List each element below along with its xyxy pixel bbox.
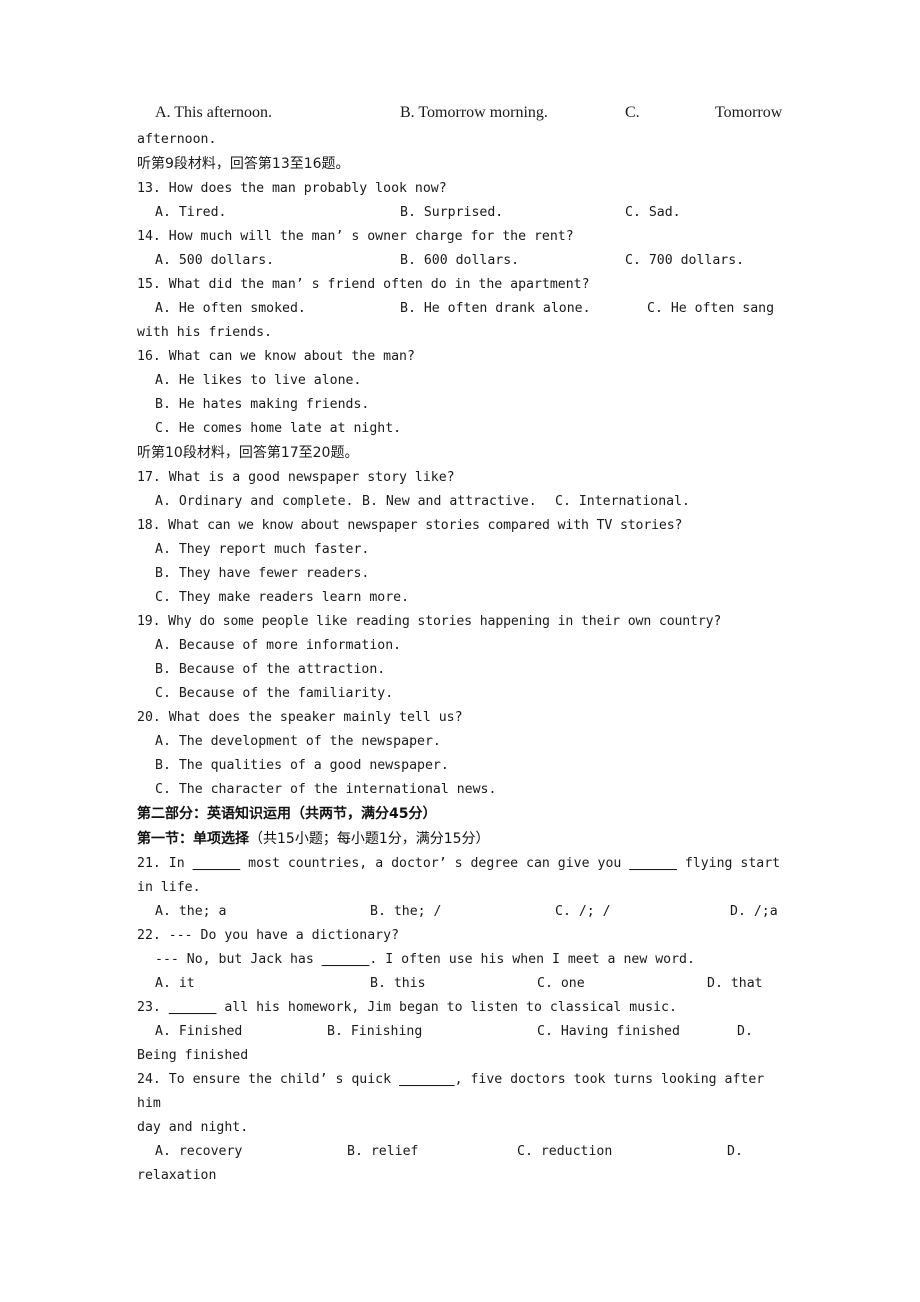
question-16-option-a: A. He likes to live alone. [155, 373, 362, 388]
blank-1: ______ [321, 952, 370, 967]
stem-text-1: 21. In [137, 856, 193, 871]
option-b: B. Finishing [327, 1024, 423, 1039]
question-15-options: A. He often smoked. B. He often drank al… [137, 297, 783, 321]
question-14-options: A. 500 dollars. B. 600 dollars. C. 700 d… [137, 249, 783, 273]
option-a: A. This afternoon. [155, 104, 273, 121]
option-d: D. that [707, 976, 763, 991]
option-a: A. Ordinary and complete. [155, 494, 354, 509]
question-20-option-a: A. The development of the newspaper. [155, 734, 441, 749]
question-21-options: A. the; a B. the; / C. /; / D. /;a [137, 900, 783, 924]
question-17-options: A. Ordinary and complete. B. New and att… [137, 490, 783, 514]
question-16-option-c: C. He comes home late at night. [155, 421, 402, 436]
stem-text-2: . I often use his when I meet a new word… [369, 952, 695, 967]
option-b: B. He often drank alone. [400, 301, 591, 316]
stem-text-2: all his homework, Jim began to listen to… [216, 1000, 677, 1015]
question-24-options: A. recovery B. relief C. reduction D. [137, 1140, 783, 1164]
option-c: C. Having finished [537, 1024, 680, 1039]
option-c: C. reduction [517, 1144, 613, 1159]
question-22-stem-line2: --- No, but Jack has ______. I often use… [137, 948, 783, 972]
question-18-stem: 18. What can we know about newspaper sto… [137, 518, 683, 533]
question-21-stem: 21. In ______ most countries, a doctor’ … [137, 852, 783, 876]
question-16-option-b: B. He hates making friends. [155, 397, 370, 412]
option-c: C. 700 dollars. [625, 253, 745, 268]
question-13-options: A. Tired. B. Surprised. C. Sad. [137, 201, 783, 225]
question-21-stem-runover: in life. [137, 880, 201, 895]
option-c: C. He often sang [647, 301, 775, 316]
option-c-runover: afternoon. [137, 132, 217, 147]
blank-1: _______ [399, 1072, 455, 1087]
question-20-stem: 20. What does the speaker mainly tell us… [137, 710, 463, 725]
section-one-heading-bold: 第一节：单项选择 [137, 831, 249, 847]
blank-2: ______ [629, 856, 677, 871]
listening-direction-10: 听第10段材料，回答第17至20题。 [137, 445, 359, 461]
blank-1: ______ [168, 1000, 217, 1015]
section-one-heading: 第一节：单项选择（共15小题；每小题1分，满分15分） [137, 827, 783, 852]
option-c: C. Sad. [625, 205, 681, 220]
stem-text-1: 24. To ensure the child’ s quick [137, 1072, 400, 1087]
stem-text-1: 23. [137, 1000, 169, 1015]
option-b: B. the; / [370, 904, 442, 919]
option-a: A. it [155, 976, 195, 991]
option-c-text: Tomorrow [715, 104, 783, 121]
option-row-carryover: A. This afternoon. B. Tomorrow morning. … [137, 104, 783, 128]
listening-direction-9: 听第9段材料，回答第13至16题。 [137, 156, 350, 172]
question-20-option-b: B. The qualities of a good newspaper. [155, 758, 449, 773]
question-23-stem: 23. ______ all his homework, Jim began t… [137, 996, 783, 1020]
section-one-heading-detail: （共15小题；每小题1分，满分15分） [249, 831, 490, 847]
question-23-options: A. Finished B. Finishing C. Having finis… [137, 1020, 783, 1044]
question-19-option-a: A. Because of more information. [155, 638, 402, 653]
question-24-stem-runover: day and night. [137, 1120, 249, 1135]
question-15-stem: 15. What did the man’ s friend often do … [137, 277, 590, 292]
option-c: C. one [537, 976, 585, 991]
question-24-stem: 24. To ensure the child’ s quick _______… [137, 1068, 783, 1116]
part-two-heading: 第二部分：英语知识运用（共两节，满分45分） [137, 806, 437, 822]
question-23-option-d-runover: Being finished [137, 1048, 249, 1063]
option-b: B. this [370, 976, 426, 991]
option-b: B. 600 dollars. [400, 253, 520, 268]
question-17-stem: 17. What is a good newspaper story like? [137, 470, 455, 485]
question-24-option-d-runover: relaxation [137, 1168, 217, 1183]
question-18-option-c: C. They make readers learn more. [155, 590, 410, 605]
option-a: A. Tired. [155, 205, 227, 220]
question-19-stem: 19. Why do some people like reading stor… [137, 614, 722, 629]
option-d: D. [737, 1024, 753, 1039]
option-a: A. He often smoked. [155, 301, 306, 316]
question-22-options: A. it B. this C. one D. that [137, 972, 783, 996]
question-14-stem: 14. How much will the man’ s owner charg… [137, 229, 574, 244]
option-c-label: C. [625, 104, 640, 121]
question-20-option-c: C. The character of the international ne… [155, 782, 497, 797]
stem-text-3: flying start [676, 856, 781, 871]
option-a: A. the; a [155, 904, 227, 919]
question-13-stem: 13. How does the man probably look now? [137, 181, 447, 196]
exam-page: A. This afternoon. B. Tomorrow morning. … [0, 0, 920, 1302]
question-19-option-b: B. Because of the attraction. [155, 662, 386, 677]
question-15-option-c-runover: with his friends. [137, 325, 272, 340]
question-18-option-a: A. They report much faster. [155, 542, 370, 557]
stem-text-2: most countries, a doctor’ s degree can g… [240, 856, 630, 871]
option-a: A. recovery [155, 1144, 243, 1159]
option-a: A. 500 dollars. [155, 253, 275, 268]
option-a: A. Finished [155, 1024, 243, 1039]
question-16-stem: 16. What can we know about the man? [137, 349, 415, 364]
option-b: B. New and attractive. [362, 494, 537, 509]
option-d: D. /;a [730, 904, 778, 919]
option-b: B. relief [347, 1144, 419, 1159]
blank-1: ______ [192, 856, 241, 871]
stem-text-1: --- No, but Jack has [155, 952, 322, 967]
option-b: B. Surprised. [400, 205, 504, 220]
option-c: C. International. [555, 494, 690, 509]
document-body: A. This afternoon. B. Tomorrow morning. … [137, 104, 783, 1188]
option-c: C. /; / [555, 904, 611, 919]
option-d: D. [727, 1144, 743, 1159]
question-18-option-b: B. They have fewer readers. [155, 566, 370, 581]
question-19-option-c: C. Because of the familiarity. [155, 686, 394, 701]
option-b: B. Tomorrow morning. [400, 104, 548, 121]
question-22-stem: 22. --- Do you have a dictionary? [137, 928, 400, 943]
